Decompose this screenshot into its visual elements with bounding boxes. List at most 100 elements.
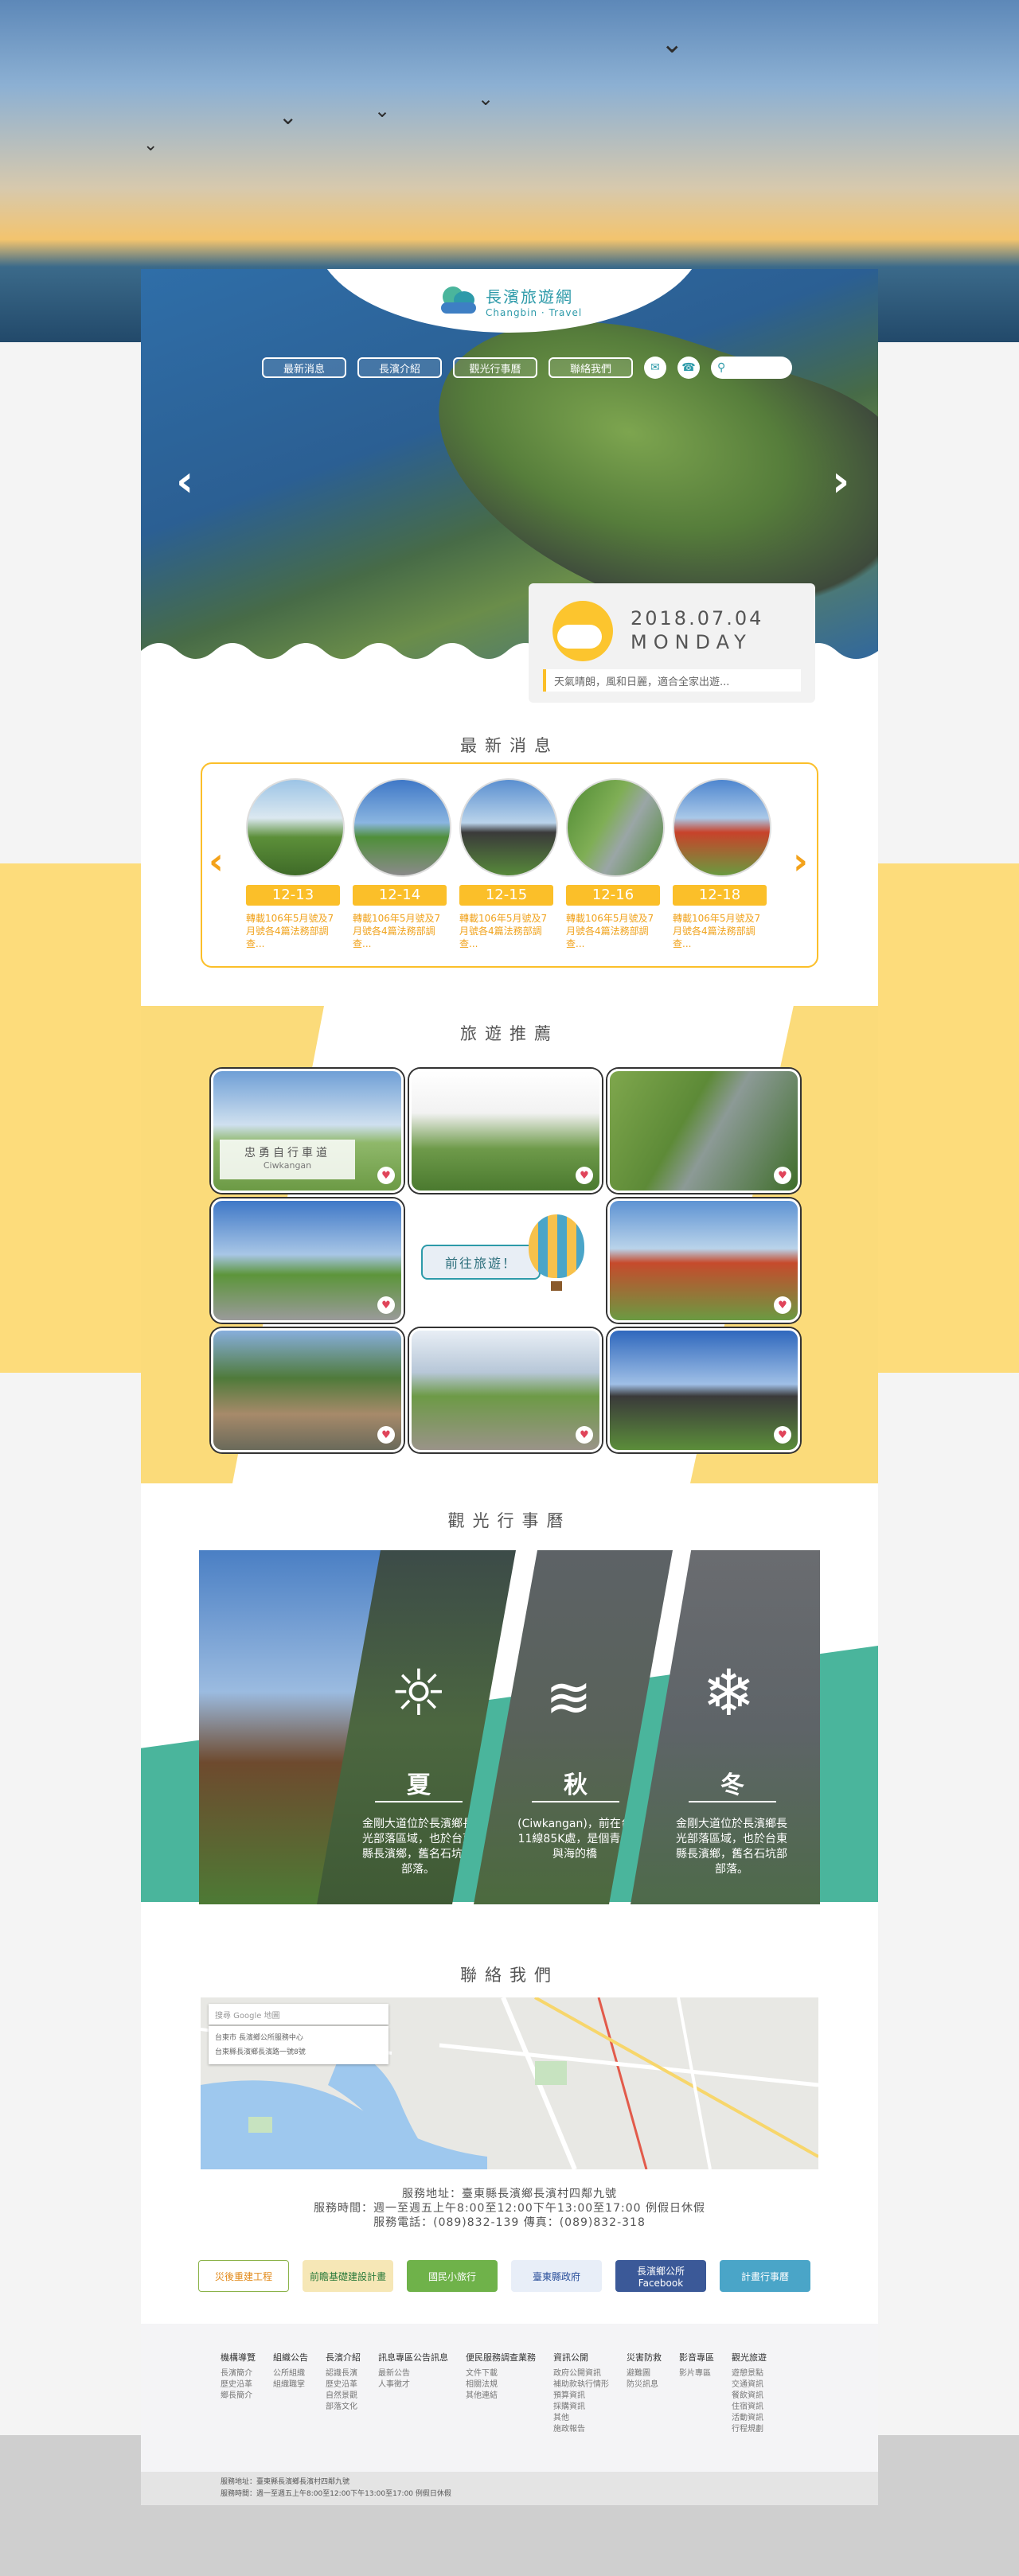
map-search-input[interactable]: 搜尋 Google 地圖 (209, 2004, 388, 2025)
go-travel-button[interactable]: 前往旅遊！ (421, 1245, 541, 1280)
google-map[interactable]: 搜尋 Google 地圖 台東市 長濱鄉公所服務中心 台東縣長濱鄉長濱路一號8號 (201, 1997, 818, 2169)
search-input[interactable]: ⚲ (711, 357, 792, 379)
travel-tile[interactable]: ♥ (409, 1328, 602, 1452)
next-slide-arrow[interactable]: › (832, 460, 849, 503)
footer-link[interactable]: 影片專區 (679, 2368, 714, 2379)
footer-link[interactable]: 餐飲資訊 (732, 2391, 767, 2402)
travel-tile[interactable]: ♥ (607, 1198, 800, 1323)
footer-link[interactable]: 長濱簡介 (221, 2368, 256, 2379)
season-text: 金剛大道位於長濱鄉長光部落區域，也於台東縣長濱鄉，舊名石坑部部落。 (362, 1818, 474, 1876)
map-result[interactable]: 台東縣長濱鄉長濱路一號8號 (215, 2045, 382, 2060)
footer-link[interactable]: 行程規劃 (732, 2424, 767, 2435)
footer-link[interactable]: 活動資訊 (732, 2413, 767, 2424)
travel-tile[interactable]: ♥ (409, 1069, 602, 1193)
news-next-arrow[interactable]: › (793, 840, 808, 883)
footer-link[interactable]: 其他連結 (466, 2391, 536, 2402)
footer-column: 訊息專區公告訊息 最新公告 人事徵才 (378, 2352, 448, 2435)
nav-item-news[interactable]: 最新消息 (262, 357, 346, 378)
footer-heading: 組織公告 (273, 2352, 308, 2363)
footer-link[interactable]: 遊憩景點 (732, 2368, 767, 2379)
travel-tile[interactable]: ♥ (211, 1198, 404, 1323)
heart-icon[interactable]: ♥ (774, 1167, 791, 1184)
news-text: 轉載106年5月號及7月號各4篇法務部調查... (353, 913, 441, 949)
travel-tile[interactable]: ♥ (607, 1328, 800, 1452)
news-text: 轉載106年5月號及7月號各4篇法務部調查... (566, 913, 654, 949)
footer-link[interactable]: 最新公告 (378, 2368, 448, 2379)
footer-hours: 服務時間：週一至週五上午8:00至12:00下午13:00至17:00 例假日休… (221, 2490, 451, 2498)
footer-link[interactable]: 自然景觀 (326, 2391, 361, 2402)
heart-icon[interactable]: ♥ (576, 1167, 593, 1184)
footer-link[interactable]: 文件下載 (466, 2368, 536, 2379)
footer-link[interactable]: 預算資訊 (553, 2391, 609, 2402)
nav-item-calendar[interactable]: 觀光行事曆 (453, 357, 537, 378)
link-button[interactable]: 長濱鄉公所 Facebook (615, 2260, 706, 2292)
news-text: 轉載106年5月號及7月號各4篇法務部調查... (459, 913, 548, 949)
footer-link[interactable]: 組織職掌 (273, 2379, 308, 2391)
news-date: 12-18 (673, 885, 767, 906)
phone-icon[interactable]: ☎ (677, 357, 700, 379)
footer-link[interactable]: 認識長濱 (326, 2368, 361, 2379)
footer-link[interactable]: 補助款執行情形 (553, 2379, 609, 2391)
bird-icon: ⌄ (478, 88, 494, 110)
travel-tile[interactable]: ♥ (607, 1069, 800, 1193)
site-logo[interactable]: 長濱旅遊網 Changbin · Travel (439, 277, 599, 325)
heart-icon[interactable]: ♥ (377, 1426, 395, 1444)
footer-link[interactable]: 人事徵才 (378, 2379, 448, 2391)
bird-icon: ⌄ (661, 28, 684, 60)
travel-tile[interactable]: 忠勇自行車道 Ciwkangan ♥ (211, 1069, 404, 1193)
mail-icon[interactable]: ✉ (644, 357, 666, 379)
heart-icon[interactable]: ♥ (576, 1426, 593, 1444)
map-result[interactable]: 台東市 長濱鄉公所服務中心 (215, 2031, 382, 2045)
news-prev-arrow[interactable]: ‹ (209, 840, 224, 883)
footer-link[interactable]: 歷史沿革 (221, 2379, 256, 2391)
events-title: 觀光行事曆 (447, 1511, 572, 1530)
footer-link[interactable]: 歷史沿革 (326, 2379, 361, 2391)
travel-grid: 忠勇自行車道 Ciwkangan ♥ ♥ ♥ ♥ 前往旅遊！ ♥ ♥ ♥ ♥ (211, 1069, 808, 1452)
heart-icon[interactable]: ♥ (774, 1296, 791, 1314)
heart-icon[interactable]: ♥ (377, 1167, 395, 1184)
footer-link[interactable]: 防災訊息 (627, 2379, 662, 2391)
nav-item-contact[interactable]: 聯絡我們 (549, 357, 633, 378)
footer-link[interactable]: 公所組織 (273, 2368, 308, 2379)
link-button[interactable]: 災後重建工程 (198, 2260, 289, 2292)
link-button[interactable]: 前瞻基礎建設計畫 (303, 2260, 393, 2292)
news-item[interactable]: 12-15 轉載106年5月號及7月號各4篇法務部調查... (459, 778, 558, 950)
footer-link[interactable]: 其他 (553, 2413, 609, 2424)
footer-link[interactable]: 施政報告 (553, 2424, 609, 2435)
link-button[interactable]: 臺東縣政府 (511, 2260, 602, 2292)
season-label: 秋 (564, 1771, 588, 1799)
news-thumbnail (673, 778, 771, 877)
travel-tile[interactable]: ♥ (211, 1328, 404, 1452)
nav-item-intro[interactable]: 長濱介紹 (357, 357, 442, 378)
news-item[interactable]: 12-14 轉載106年5月號及7月號各4篇法務部調查... (353, 778, 451, 950)
footer-link[interactable]: 相關法規 (466, 2379, 536, 2391)
footer-link[interactable]: 交通資訊 (732, 2379, 767, 2391)
map-results: 台東市 長濱鄉公所服務中心 台東縣長濱鄉長濱路一號8號 (209, 2026, 388, 2064)
hot-air-balloon-icon (529, 1214, 584, 1278)
link-button[interactable]: 國民小旅行 (407, 2260, 498, 2292)
heart-icon[interactable]: ♥ (774, 1426, 791, 1444)
cloud-icon (557, 625, 602, 649)
bird-icon: ⌄ (279, 103, 298, 130)
footer-heading: 災害防救 (627, 2352, 662, 2363)
footer-link[interactable]: 鄉長簡介 (221, 2391, 256, 2402)
contact-title: 聯絡我們 (460, 1966, 559, 1985)
footer-link[interactable]: 政府公開資訊 (553, 2368, 609, 2379)
season-text: 金剛大道位於長濱鄉長光部落區域，也於台東縣長濱鄉，舊名石坑部部落。 (676, 1818, 787, 1876)
bird-icon: ⌄ (143, 135, 158, 155)
logo-icon (439, 283, 479, 318)
footer-column: 便民服務調查業務 文件下載 相關法規 其他連結 (466, 2352, 536, 2435)
link-button[interactable]: 計畫行事曆 (720, 2260, 810, 2292)
news-text: 轉載106年5月號及7月號各4篇法務部調查... (246, 913, 334, 949)
news-item[interactable]: 12-16 轉載106年5月號及7月號各4篇法務部調查... (566, 778, 665, 950)
news-item[interactable]: 12-18 轉載106年5月號及7月號各4篇法務部調查... (673, 778, 771, 950)
contact-phone: 服務電話：(089)832-139 傳真：(089)832-318 (373, 2216, 646, 2229)
prev-slide-arrow[interactable]: ‹ (176, 460, 193, 503)
footer-link[interactable]: 採購資訊 (553, 2402, 609, 2413)
news-item[interactable]: 12-13 轉載106年5月號及7月號各4篇法務部調查... (246, 778, 345, 950)
footer-link[interactable]: 住宿資訊 (732, 2402, 767, 2413)
heart-icon[interactable]: ♥ (377, 1296, 395, 1314)
sun-icon: ☼ (390, 1656, 447, 1730)
footer-link[interactable]: 避難圖 (627, 2368, 662, 2379)
footer-link[interactable]: 部落文化 (326, 2402, 361, 2413)
